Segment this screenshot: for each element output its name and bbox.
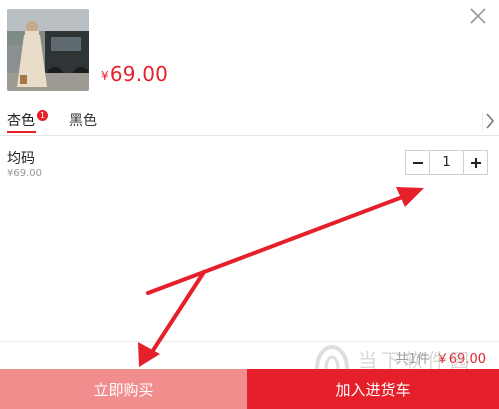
arrow-to-stepper [146, 196, 402, 295]
close-icon [470, 8, 486, 24]
quantity-stepper: 1 [405, 150, 488, 175]
price-value: 69.00 [109, 62, 169, 86]
divider [0, 341, 499, 342]
product-thumbnail[interactable] [7, 9, 89, 91]
close-button[interactable] [469, 7, 487, 25]
arrow-to-buy-button [148, 270, 206, 357]
total-amount: ￥69.00 [435, 352, 486, 367]
tab-black[interactable]: 黑色 [69, 110, 97, 130]
quantity-value[interactable]: 1 [430, 151, 463, 174]
decrease-button[interactable] [406, 151, 430, 174]
color-tabs: 杏色 黑色 [0, 106, 499, 136]
currency-symbol: ¥ [101, 69, 109, 83]
arrowhead-buy [138, 342, 160, 367]
increase-button[interactable] [463, 151, 487, 174]
tab-count-badge: 1 [37, 110, 48, 121]
tab-active-underline [7, 131, 36, 133]
arrowhead-stepper [396, 187, 424, 207]
minus-icon [412, 161, 423, 164]
order-total: 共1件 ￥69.00 [396, 348, 487, 367]
size-label: 均码 [7, 151, 35, 167]
product-price: ¥69.00 [101, 62, 168, 86]
add-to-cart-button[interactable]: 加入进货车 [247, 369, 499, 409]
total-count: 共1件 [395, 352, 430, 367]
plus-icon [470, 157, 481, 168]
tabs-more-button[interactable] [482, 110, 496, 132]
chevron-right-icon [486, 113, 495, 129]
buy-now-button[interactable]: 立即购买 [0, 369, 247, 409]
size-price: ¥69.00 [7, 168, 42, 179]
tab-apricot[interactable]: 杏色 [7, 110, 35, 130]
